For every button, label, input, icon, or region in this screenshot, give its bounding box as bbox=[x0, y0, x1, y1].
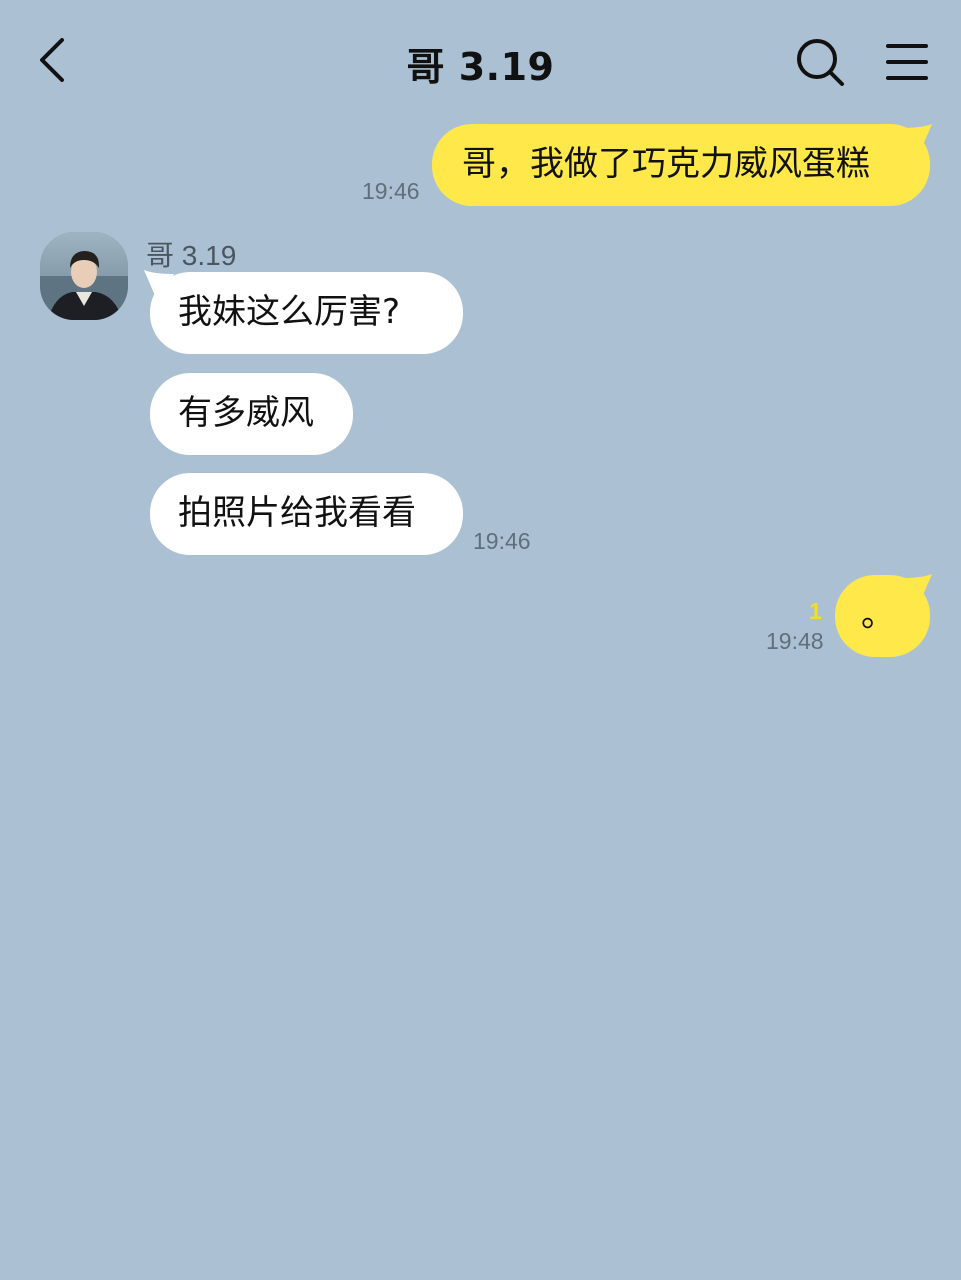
message-bubble-sent[interactable]: 哥，我做了巧克力威风蛋糕 bbox=[432, 124, 930, 206]
message-text: 拍照片给我看看 bbox=[178, 493, 416, 533]
message-timestamp: 19:46 bbox=[473, 528, 531, 554]
unread-count: 1 bbox=[809, 598, 822, 624]
message-bubble-received[interactable]: 拍照片给我看看 bbox=[150, 473, 463, 555]
hamburger-menu-icon bbox=[886, 44, 928, 80]
message-bubble-received[interactable]: 有多威风 bbox=[150, 373, 353, 455]
menu-button[interactable] bbox=[880, 36, 934, 90]
message-bubble-received[interactable]: 我妹这么厉害? bbox=[150, 272, 463, 354]
search-icon bbox=[797, 39, 844, 86]
message-text: 哥，我做了巧克力威风蛋糕 bbox=[462, 144, 870, 184]
message-text: 我妹这么厉害? bbox=[178, 292, 401, 332]
search-button[interactable] bbox=[792, 34, 848, 90]
message-timestamp: 19:46 bbox=[362, 178, 420, 204]
message-timestamp: 19:48 bbox=[766, 628, 824, 654]
avatar[interactable] bbox=[40, 232, 128, 320]
profile-photo bbox=[40, 232, 128, 320]
bubble-tail bbox=[902, 574, 932, 602]
chat-header: 哥 3.19 bbox=[0, 0, 961, 120]
bubble-tail bbox=[900, 124, 932, 152]
sender-name: 哥 3.19 bbox=[146, 240, 237, 271]
message-text: 有多威风 bbox=[178, 393, 314, 433]
